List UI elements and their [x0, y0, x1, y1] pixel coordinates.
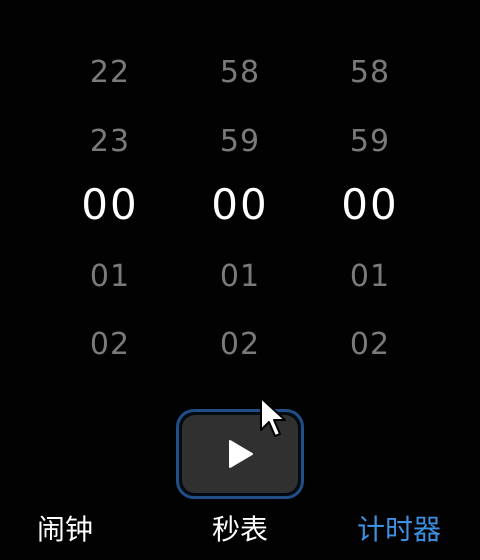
minutes-option[interactable]: 01 [185, 262, 295, 292]
tab-timer[interactable]: 计时器 [339, 510, 459, 550]
start-button-face[interactable] [182, 415, 298, 493]
hours-picker[interactable]: 22 23 00 01 02 [55, 0, 165, 380]
seconds-picker[interactable]: 58 59 00 01 02 [315, 0, 425, 380]
seconds-option[interactable]: 58 [315, 58, 425, 88]
hours-selected-value[interactable]: 00 [55, 184, 165, 226]
seconds-option[interactable]: 59 [315, 127, 425, 157]
hours-option[interactable]: 01 [55, 262, 165, 292]
timer-app: 22 23 00 01 02 58 59 00 01 02 58 59 00 0… [0, 0, 480, 560]
tab-stopwatch[interactable]: 秒表 [180, 510, 300, 550]
play-icon [229, 440, 253, 468]
seconds-selected-value[interactable]: 00 [315, 184, 425, 226]
hours-option[interactable]: 02 [55, 330, 165, 360]
minutes-option[interactable]: 02 [185, 330, 295, 360]
minutes-picker[interactable]: 58 59 00 01 02 [185, 0, 295, 380]
minutes-option[interactable]: 58 [185, 58, 295, 88]
seconds-option[interactable]: 02 [315, 330, 425, 360]
start-timer-button[interactable] [176, 409, 304, 499]
minutes-selected-value[interactable]: 00 [185, 184, 295, 226]
minutes-option[interactable]: 59 [185, 127, 295, 157]
seconds-option[interactable]: 01 [315, 262, 425, 292]
hours-option[interactable]: 22 [55, 58, 165, 88]
hours-option[interactable]: 23 [55, 127, 165, 157]
tab-alarm[interactable]: 闹钟 [5, 510, 125, 550]
